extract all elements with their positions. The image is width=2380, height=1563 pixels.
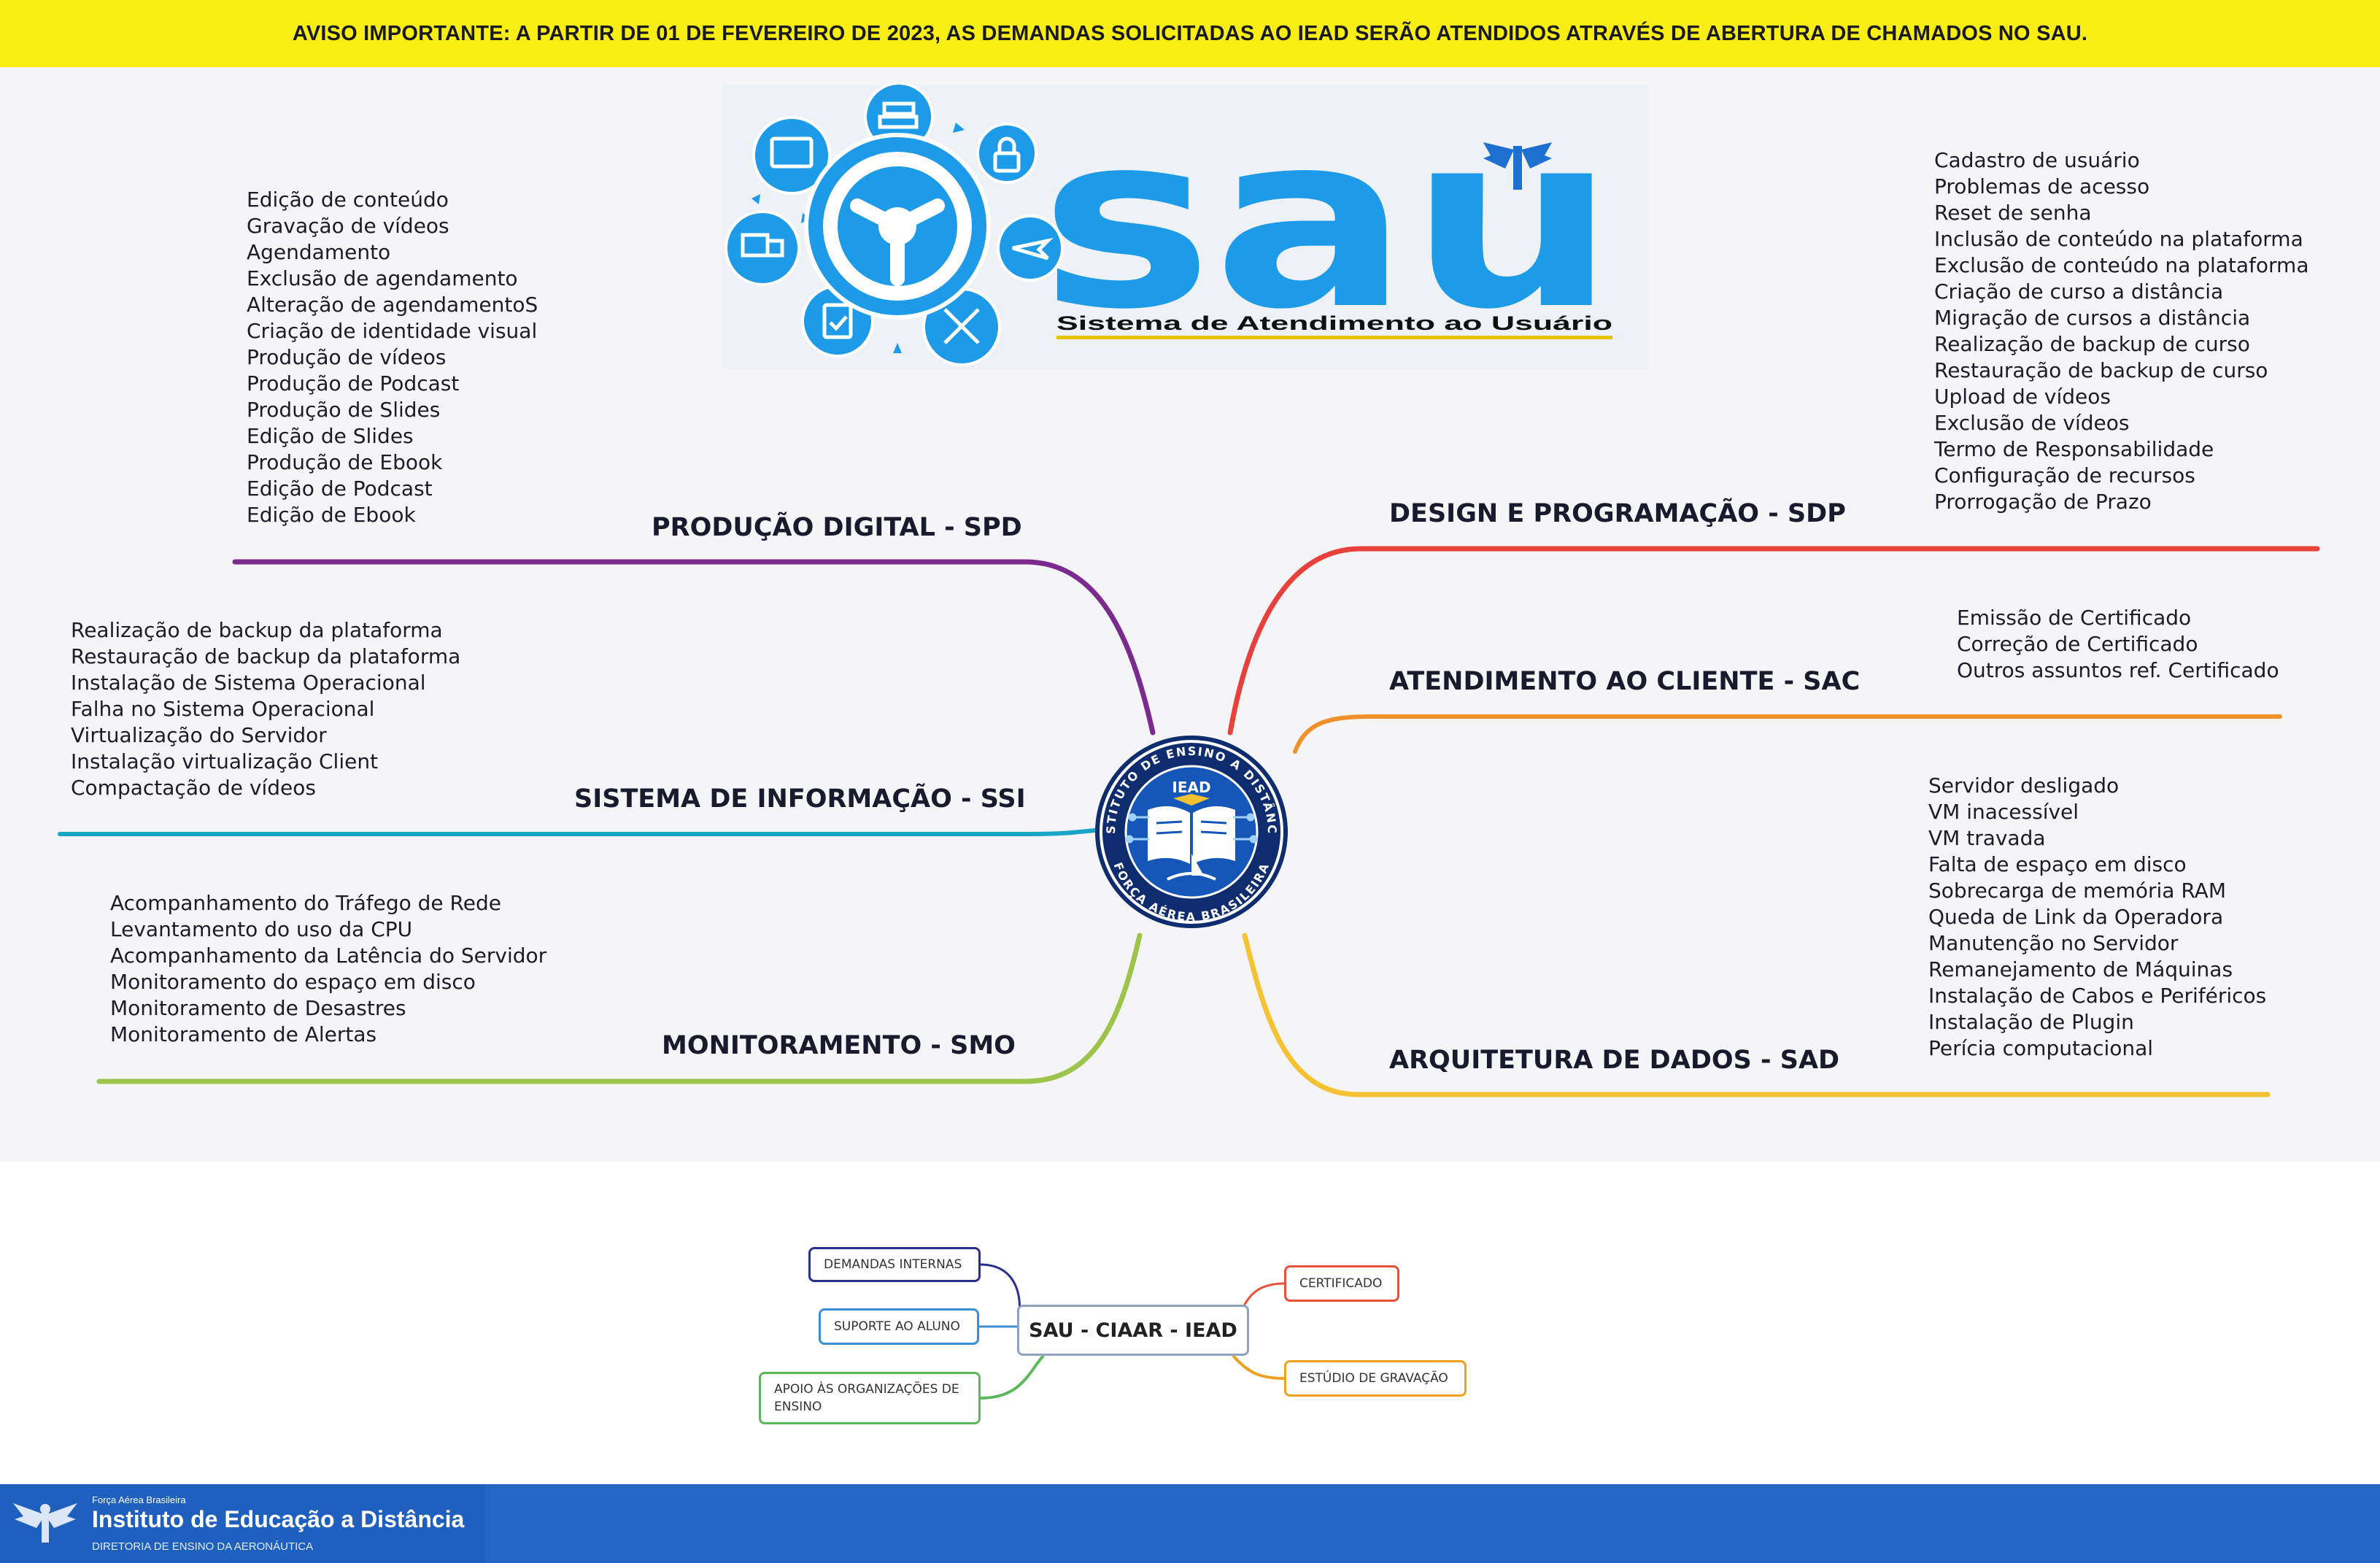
footer-org-small: Força Aérea Brasileira <box>92 1494 186 1505</box>
small-map-center-node: SAU - CIAAR - IEAD <box>1017 1305 1249 1356</box>
footer-bar: Força Aérea Brasileira Instituto de Educ… <box>0 1484 2380 1563</box>
small-map-connectors <box>972 1263 1285 1400</box>
small-map-node-demandas: DEMANDAS INTERNAS <box>808 1247 981 1282</box>
footer-title: Instituto de Educação a Distância <box>92 1506 465 1532</box>
small-map-node-apoio: APOIO ÀS ORGANIZAÇÕES DE ENSINO <box>759 1372 981 1424</box>
small-map-node-estudio: ESTÚDIO DE GRAVAÇÃO <box>1284 1360 1467 1397</box>
small-map-node-certificado: CERTIFICADO <box>1284 1265 1399 1302</box>
fab-wings-icon <box>13 1503 77 1543</box>
footer-brand: Força Aérea Brasileira Instituto de Educ… <box>0 1484 485 1563</box>
footer-subtitle: DIRETORIA DE ENSINO DA AERONÁUTICA <box>92 1540 314 1553</box>
small-map-node-suporte: SUPORTE AO ALUNO <box>819 1308 979 1345</box>
